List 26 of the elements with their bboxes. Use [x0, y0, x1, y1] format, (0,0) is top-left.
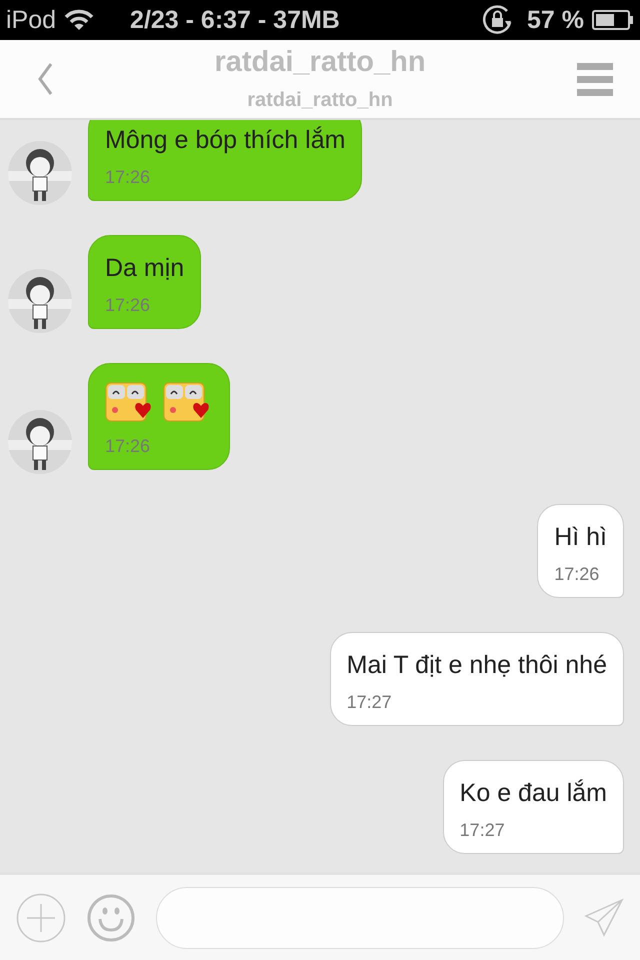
menu-icon [577, 61, 613, 97]
message-text: Hì hì [554, 523, 607, 552]
chat-title: ratdai_ratto_hn [214, 46, 426, 79]
message-text: Ko e đau lắm [460, 779, 607, 808]
message-time: 17:26 [105, 295, 152, 316]
message-time: 17:27 [460, 820, 506, 841]
carrier-name: iPod [6, 6, 56, 34]
message-time: 17:26 [105, 167, 152, 188]
message-text: Da mịn [105, 254, 184, 283]
status-text: 2/23 - 6:37 - 37MB [130, 6, 341, 34]
battery-icon [592, 10, 634, 30]
chevron-left-icon [36, 62, 54, 96]
chat-subtitle: ratdai_ratto_hn [247, 89, 393, 112]
paper-plane-icon [584, 898, 624, 938]
send-button[interactable] [584, 898, 624, 938]
message-time: 17:26 [105, 436, 152, 457]
wifi-icon [64, 9, 94, 31]
emoji-button[interactable] [86, 892, 136, 942]
message-text: Mông e bóp thích lắm [105, 126, 346, 155]
plus-icon [16, 892, 66, 942]
message-time: 17:26 [554, 564, 600, 585]
message-time: 17:27 [346, 692, 393, 713]
battery-percent: 57 % [527, 6, 584, 34]
message-text: Mai T địt e nhẹ thôi nhé [346, 651, 607, 680]
add-button[interactable] [16, 892, 66, 942]
smiley-icon [86, 892, 136, 942]
